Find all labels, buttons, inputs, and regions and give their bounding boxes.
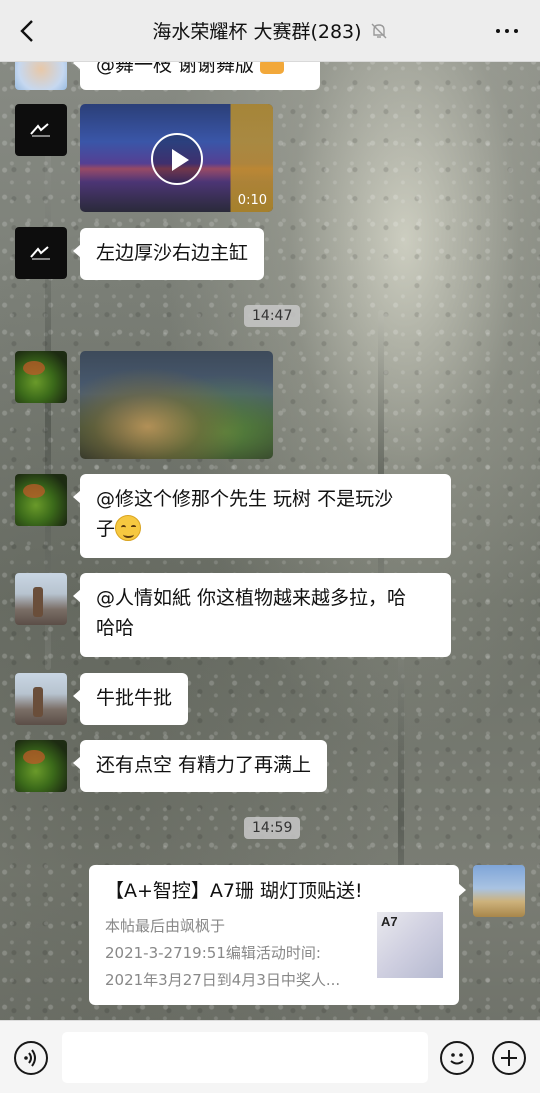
chevron-left-icon[interactable] [14,17,42,45]
avatar[interactable] [15,474,67,526]
timestamp: 14:47 [244,305,301,327]
brand-logo-icon [30,246,50,260]
avatar[interactable] [15,227,67,279]
avatar[interactable] [15,351,67,403]
brand-logo-icon [30,123,50,137]
image-message[interactable] [80,351,273,459]
link-card-desc-line: 2021年3月27日到4月3日中奖人... [105,971,341,989]
message-bubble[interactable]: 还有点空 有精力了再满上 [72,740,328,792]
avatar[interactable] [15,104,67,156]
link-card-title: 【A+智控】A7珊 瑚灯顶贴送! [105,880,363,902]
link-card-desc-line: 2021-3-2719:51编辑活动时间: [105,944,321,962]
message-bubble[interactable]: 左边厚沙右边主缸 [72,228,265,280]
message-bubble[interactable]: @修这个修那个先生 玩树 不是玩沙 子 [73,474,451,558]
voice-icon[interactable] [14,1041,48,1075]
avatar[interactable] [15,740,67,792]
message-text: 左边厚沙右边主缸 [96,242,249,264]
thumbnail-label: A7 [381,914,398,929]
chat-title: 海水荣耀杯 大赛群(283) [152,21,362,43]
link-card-desc-line: 本帖最后由飒枫于 [105,917,226,935]
link-card-description: 本帖最后由飒枫于 2021-3-2719:51编辑活动时间: 2021年3月27… [105,913,357,994]
message-bubble[interactable]: 牛批牛批 [72,673,189,725]
message-text: 还有点空 有精力了再满上 [96,754,312,776]
message-bubble[interactable]: @人情如紙 你这植物越来越多拉，哈 哈哈 [73,573,451,657]
avatar[interactable] [15,573,67,625]
muted-bell-icon [371,23,387,38]
timestamp: 14:59 [244,817,301,839]
avatar[interactable] [15,673,67,725]
link-card-thumbnail: A7 [377,912,443,978]
video-message[interactable]: 0:10 [80,104,273,212]
smiling-emoji-icon [115,515,142,541]
message-text: @人情如紙 你这植物越来越多拉，哈 [96,587,407,609]
my-avatar[interactable] [473,865,525,917]
play-icon[interactable] [151,133,203,185]
more-dots-icon[interactable] [496,29,518,33]
emoji-icon[interactable] [440,1041,474,1075]
message-text: 牛批牛批 [96,687,173,709]
plus-icon[interactable] [492,1041,526,1075]
chat-header-overlay: 海水荣耀杯 大赛群(283) [0,0,540,62]
input-bar [0,1020,540,1093]
message-text: 哈哈 [96,617,135,639]
link-card-message[interactable]: 【A+智控】A7珊 瑚灯顶贴送! 本帖最后由飒枫于 2021-3-2719:51… [89,865,466,1005]
message-text: @修这个修那个先生 玩树 不是玩沙 [96,488,394,510]
video-duration: 0:10 [237,193,267,208]
message-input[interactable] [62,1032,428,1083]
message-text: 子 [96,518,116,540]
